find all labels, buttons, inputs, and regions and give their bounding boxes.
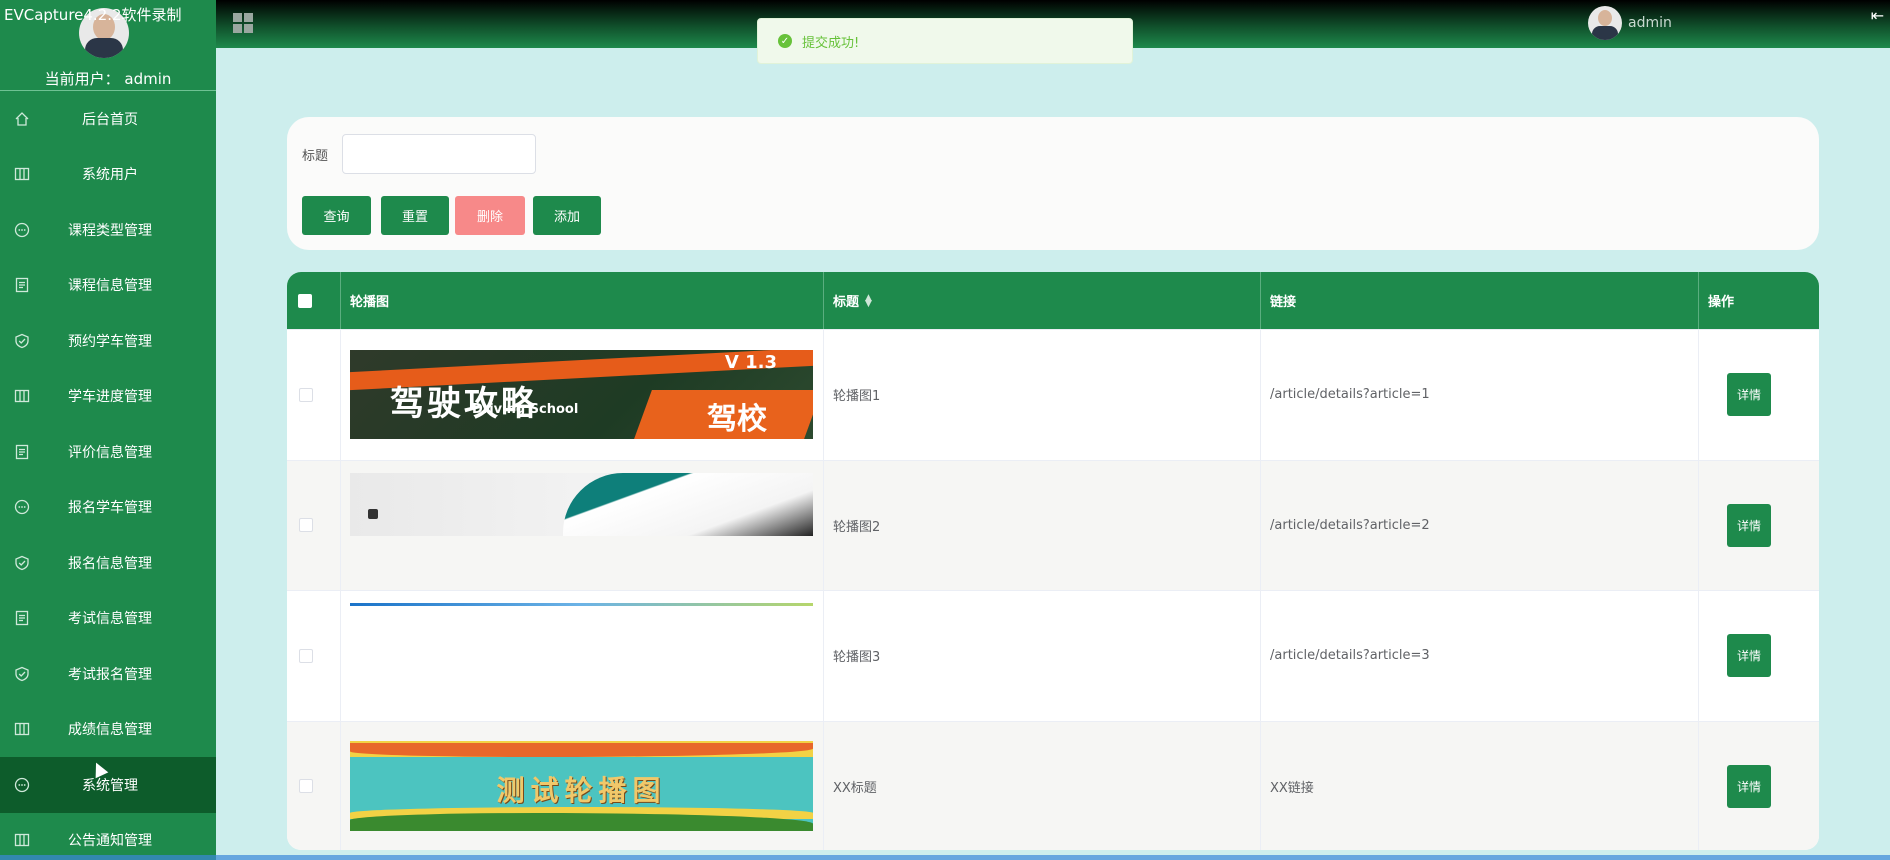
sidebar-item-label: 预约学车管理 — [68, 333, 152, 350]
sidebar-item[interactable]: 报名信息管理 — [0, 535, 216, 591]
banner-image — [350, 472, 813, 536]
title-search-input[interactable] — [342, 134, 536, 174]
select-all-checkbox[interactable] — [298, 293, 312, 308]
avatar — [1588, 6, 1622, 40]
table-header: 轮播图 标题 ▲ ▼ 链接 操作 — [287, 272, 1819, 329]
row-checkbox[interactable] — [299, 779, 313, 794]
header-link-label: 链接 — [1270, 295, 1297, 310]
header-checkbox-cell — [287, 272, 341, 329]
sidebar-item-label: 课程信息管理 — [68, 278, 152, 295]
sidebar-item-label: 成绩信息管理 — [68, 722, 152, 739]
sidebar: 当前用户： admin 后台首页系统用户课程类型管理 课程信息管理 预约学车管理 学车… — [0, 0, 216, 860]
sidebar-item[interactable]: 系统用户 — [0, 147, 216, 203]
table-row: 轮播图3 /article/details?article=3 详情 — [287, 590, 1819, 721]
detail-button[interactable]: 详情 — [1727, 503, 1771, 547]
sidebar-item-label: 课程类型管理 — [68, 222, 152, 239]
header-action: 操作 — [1699, 272, 1819, 329]
query-button[interactable]: 查询 — [302, 196, 371, 235]
shield-check-icon — [14, 333, 30, 349]
sidebar-item-label: 系统用户 — [82, 167, 138, 184]
sidebar-menu: 后台首页系统用户课程类型管理 课程信息管理 预约学车管理 学车进度管理 评价信息管理 报名… — [0, 91, 216, 860]
columns-icon — [14, 721, 30, 737]
columns-icon — [14, 166, 30, 182]
row-link: XX链接 — [1261, 721, 1699, 850]
sidebar-item-label: 报名信息管理 — [68, 555, 152, 572]
success-toast: ✓ 提交成功! — [757, 18, 1133, 64]
sidebar-item-label: 评价信息管理 — [68, 444, 152, 461]
sidebar-item-label: 考试报名管理 — [68, 666, 152, 683]
home-icon — [14, 111, 30, 127]
toast-message: 提交成功! — [802, 35, 860, 51]
sidebar-item-label: 报名学车管理 — [68, 500, 152, 517]
sidebar-item-label: 考试信息管理 — [68, 611, 152, 628]
menu-toggle-icon[interactable] — [233, 13, 253, 33]
header-image-label: 轮播图 — [350, 295, 390, 310]
document-icon — [14, 277, 30, 293]
sidebar-item-label: 公告通知管理 — [68, 833, 152, 850]
chat-icon — [14, 499, 30, 515]
row-checkbox[interactable] — [299, 518, 313, 533]
data-table: 轮播图 标题 ▲ ▼ 链接 操作 V 1.3 驾驶攻略 Driving Schoo… — [287, 272, 1819, 850]
banner-image: 测试轮播图 — [350, 741, 813, 832]
chat-icon — [14, 222, 30, 238]
sidebar-item[interactable]: 后台首页 — [0, 91, 216, 147]
sidebar-item[interactable]: 课程信息管理 — [0, 258, 216, 314]
check-circle-icon: ✓ — [778, 34, 792, 48]
top-user[interactable]: admin — [1588, 6, 1672, 40]
shield-check-icon — [14, 666, 30, 682]
header-link: 链接 — [1261, 272, 1699, 329]
header-action-label: 操作 — [1708, 295, 1735, 310]
detail-button[interactable]: 详情 — [1727, 764, 1771, 808]
sidebar-item[interactable]: 考试信息管理 — [0, 591, 216, 647]
banner-image: V 1.3 驾驶攻略 Driving School 驾校 — [350, 350, 813, 440]
table-row: V 1.3 驾驶攻略 Driving School 驾校 轮播图1 /artic… — [287, 329, 1819, 460]
search-panel: 标题 查询 重置 删除 添加 — [287, 117, 1819, 250]
sidebar-item[interactable]: 成绩信息管理 — [0, 702, 216, 758]
detail-button[interactable]: 详情 — [1727, 634, 1771, 678]
sidebar-item-label: 后台首页 — [82, 111, 138, 128]
sidebar-item-label: 系统管理 — [82, 777, 138, 794]
recording-banner: EVCapture4.2.2软件录制 — [4, 6, 182, 24]
chat-icon — [14, 777, 30, 793]
row-checkbox[interactable] — [299, 648, 313, 663]
reset-button[interactable]: 重置 — [381, 196, 449, 235]
sidebar-item[interactable]: 预约学车管理 — [0, 313, 216, 369]
sidebar-item[interactable]: 课程类型管理 — [0, 202, 216, 258]
title-label: 标题 — [302, 149, 329, 164]
progress-bar — [0, 855, 1890, 860]
table-row: 轮播图2 /article/details?article=2 详情 — [287, 459, 1819, 590]
sidebar-item[interactable]: 报名学车管理 — [0, 480, 216, 536]
current-user-label: 当前用户： admin — [44, 70, 172, 88]
document-icon — [14, 610, 30, 626]
header-image: 轮播图 — [341, 272, 824, 329]
row-link: /article/details?article=2 — [1261, 460, 1699, 590]
row-checkbox[interactable] — [299, 387, 313, 402]
row-title: 轮播图2 — [824, 460, 1261, 590]
row-title: 轮播图3 — [824, 591, 1261, 721]
sidebar-item[interactable]: 系统管理 — [0, 757, 216, 813]
sidebar-item[interactable]: 学车进度管理 — [0, 369, 216, 425]
columns-icon — [14, 388, 30, 404]
detail-button[interactable]: 详情 — [1727, 373, 1771, 417]
top-username: admin — [1628, 15, 1672, 31]
sidebar-item[interactable]: 考试报名管理 — [0, 646, 216, 702]
shield-check-icon — [14, 555, 30, 571]
row-title: 轮播图1 — [824, 330, 1261, 460]
header-title-label: 标题 — [833, 295, 860, 310]
row-link: /article/details?article=3 — [1261, 591, 1699, 721]
document-icon — [14, 444, 30, 460]
row-title: XX标题 — [824, 721, 1261, 850]
delete-button[interactable]: 删除 — [455, 196, 525, 235]
add-button[interactable]: 添加 — [533, 196, 601, 235]
banner-image — [350, 603, 813, 606]
header-title[interactable]: 标题 ▲ ▼ — [824, 272, 1261, 329]
table-row: 测试轮播图 XX标题 XX链接 详情 — [287, 720, 1819, 850]
sort-icon[interactable]: ▲ ▼ — [865, 293, 872, 308]
sidebar-item[interactable]: 公告通知管理 — [0, 813, 216, 860]
columns-icon — [14, 832, 30, 848]
collapse-icon[interactable]: ⇤ — [1871, 6, 1884, 25]
sidebar-item-label: 学车进度管理 — [68, 389, 152, 406]
sidebar-item[interactable]: 评价信息管理 — [0, 424, 216, 480]
row-link: /article/details?article=1 — [1261, 330, 1699, 460]
